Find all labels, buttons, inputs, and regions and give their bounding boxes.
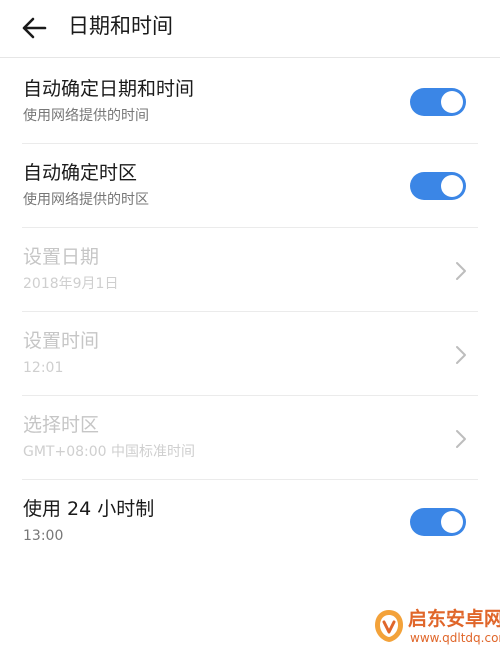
setting-set-time: 设置时间 12:01 bbox=[0, 312, 500, 396]
back-button[interactable] bbox=[16, 10, 52, 46]
watermark-logo-icon bbox=[375, 610, 403, 642]
watermark-url: www.qdltdq.com bbox=[410, 631, 500, 645]
toggle-knob bbox=[441, 91, 463, 113]
setting-24-hour-format[interactable]: 使用 24 小时制 13:00 bbox=[0, 480, 500, 564]
setting-select-timezone: 选择时区 GMT+08:00 中国标准时间 bbox=[0, 396, 500, 480]
auto-timezone-toggle[interactable] bbox=[410, 172, 466, 200]
24-hour-format-toggle[interactable] bbox=[410, 508, 466, 536]
setting-subtitle: 2018年9月1日 bbox=[23, 276, 119, 292]
watermark-name: 启东安卓网 bbox=[408, 608, 500, 630]
setting-title: 自动确定时区 bbox=[23, 162, 138, 184]
setting-title: 选择时区 bbox=[23, 414, 100, 436]
site-watermark: 启东安卓网 www.qdltdq.com bbox=[372, 604, 500, 650]
toggle-knob bbox=[441, 511, 463, 533]
arrow-left-icon bbox=[22, 17, 47, 39]
chevron-right-icon bbox=[456, 346, 466, 364]
setting-subtitle: 使用网络提供的时区 bbox=[23, 192, 149, 208]
setting-title: 自动确定日期和时间 bbox=[23, 78, 195, 100]
setting-subtitle: 使用网络提供的时间 bbox=[23, 108, 149, 124]
toggle-knob bbox=[441, 175, 463, 197]
setting-title: 设置日期 bbox=[23, 246, 100, 268]
setting-subtitle: 12:01 bbox=[23, 360, 64, 376]
page-title: 日期和时间 bbox=[68, 14, 173, 38]
app-bar: 日期和时间 bbox=[0, 0, 500, 58]
setting-subtitle: GMT+08:00 中国标准时间 bbox=[23, 444, 196, 460]
setting-title: 设置时间 bbox=[23, 330, 100, 352]
chevron-right-icon bbox=[456, 430, 466, 448]
auto-date-time-toggle[interactable] bbox=[410, 88, 466, 116]
setting-subtitle: 13:00 bbox=[23, 528, 64, 544]
setting-set-date: 设置日期 2018年9月1日 bbox=[0, 228, 500, 312]
setting-auto-timezone[interactable]: 自动确定时区 使用网络提供的时区 bbox=[0, 144, 500, 228]
chevron-right-icon bbox=[456, 262, 466, 280]
setting-title: 使用 24 小时制 bbox=[23, 498, 155, 520]
setting-auto-date-time[interactable]: 自动确定日期和时间 使用网络提供的时间 bbox=[0, 60, 500, 144]
